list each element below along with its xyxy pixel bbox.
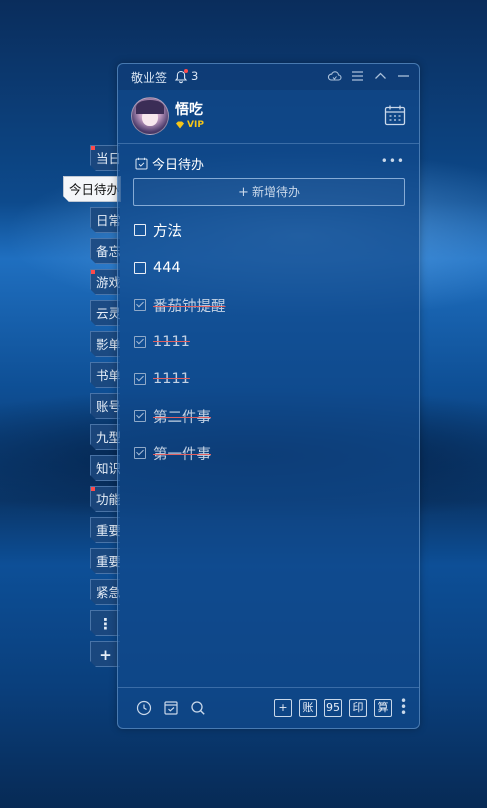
side-tab-game[interactable]: 游戏 <box>90 269 120 295</box>
diamond-icon <box>176 121 184 129</box>
cloud-sync-icon[interactable] <box>327 68 342 84</box>
side-tab-movies[interactable]: 影单 <box>90 331 120 357</box>
side-tab-enneagram[interactable]: 九型 <box>90 424 120 450</box>
app-name: 敬业签 <box>131 71 168 85</box>
todo-checkbox-checked[interactable] <box>134 299 146 311</box>
todo-checkbox-checked[interactable] <box>134 336 146 348</box>
todo-checkbox-checked[interactable] <box>134 373 146 385</box>
menu-icon[interactable] <box>350 68 365 84</box>
add-todo-button[interactable]: + 新增待办 <box>133 178 405 206</box>
notification-count: 3 <box>191 69 199 83</box>
todo-text: 1111 <box>153 371 190 387</box>
todo-text: 方法 <box>153 223 182 240</box>
minimize-icon[interactable] <box>396 68 411 84</box>
side-tab-dangri[interactable]: 当日 <box>90 145 120 171</box>
account-button[interactable]: 账 <box>299 699 317 717</box>
avatar[interactable] <box>131 97 169 135</box>
todo-text: 第二件事 <box>153 409 211 426</box>
add-todo-label: 新增待办 <box>251 185 300 199</box>
notification-dot <box>91 487 95 491</box>
title-bar[interactable]: 敬业签 3 <box>118 64 419 90</box>
side-tab-important-2[interactable]: 重要 <box>90 548 120 574</box>
todo-item[interactable]: 1111 <box>134 331 190 353</box>
todo-item[interactable]: 方法 <box>134 219 182 241</box>
collapse-up-icon[interactable] <box>373 68 388 84</box>
plus-icon: + <box>238 185 249 200</box>
todo-panel: 敬业签 3 悟吃 VIP 今日待办 ••• + 新增待办 方法 444 番茄钟提… <box>117 63 420 729</box>
section-more-button[interactable]: ••• <box>381 154 405 168</box>
calendar-icon[interactable] <box>384 104 406 126</box>
side-tab-yunling[interactable]: 云灵 <box>90 300 120 326</box>
notification-dot <box>91 270 95 274</box>
notification-dot <box>184 69 188 73</box>
bell-icon[interactable] <box>174 69 188 84</box>
todo-checkbox-checked[interactable] <box>134 447 146 459</box>
user-name: 悟吃 <box>175 102 203 118</box>
side-tab-features[interactable]: 功能 <box>90 486 120 512</box>
todo-item[interactable]: 番茄钟提醒 <box>134 294 226 316</box>
print-button[interactable]: 印 <box>349 699 367 717</box>
todo-item[interactable]: 444 <box>134 257 181 279</box>
todo-item[interactable]: 1111 <box>134 368 190 390</box>
todo-item[interactable]: 第一件事 <box>134 442 211 464</box>
side-more-button[interactable]: ⋮ <box>90 610 120 636</box>
side-tab-today-todo[interactable]: 今日待办 <box>63 176 121 202</box>
side-tab-daily[interactable]: 日常 <box>90 207 120 233</box>
calculator-button[interactable]: 算 <box>374 699 392 717</box>
vip-badge: VIP <box>175 120 204 130</box>
add-note-button[interactable]: + <box>274 699 292 717</box>
todo-checkbox[interactable] <box>134 262 146 274</box>
side-tab-knowledge[interactable]: 知识 <box>90 455 120 481</box>
archive-icon[interactable] <box>163 700 179 716</box>
side-tab-important-1[interactable]: 重要 <box>90 517 120 543</box>
todo-item[interactable]: 第二件事 <box>134 405 211 427</box>
side-tab-accounts[interactable]: 账号 <box>90 393 120 419</box>
todo-checkbox[interactable] <box>134 224 146 236</box>
section-title: 今日待办 <box>152 158 205 173</box>
search-icon[interactable] <box>190 700 206 716</box>
side-tab-memo[interactable]: 备忘 <box>90 238 120 264</box>
notification-dot <box>91 146 95 150</box>
todo-text: 1111 <box>153 334 190 350</box>
side-tab-urgent[interactable]: 紧急 <box>90 579 120 605</box>
more-vertical-icon[interactable]: • • • <box>400 695 407 719</box>
todo-text: 第一件事 <box>153 446 211 463</box>
calendar-check-icon <box>135 155 148 170</box>
footer-divider <box>118 687 419 688</box>
todo-text: 444 <box>153 260 181 276</box>
window-controls <box>327 68 411 84</box>
todo-checkbox-checked[interactable] <box>134 410 146 422</box>
counter-button[interactable]: 95 <box>324 699 342 717</box>
todo-text: 番茄钟提醒 <box>153 298 226 315</box>
side-tab-books[interactable]: 书单 <box>90 362 120 388</box>
side-add-tab-button[interactable]: + <box>90 641 120 667</box>
clock-icon[interactable] <box>136 700 152 716</box>
header-divider <box>118 143 419 144</box>
